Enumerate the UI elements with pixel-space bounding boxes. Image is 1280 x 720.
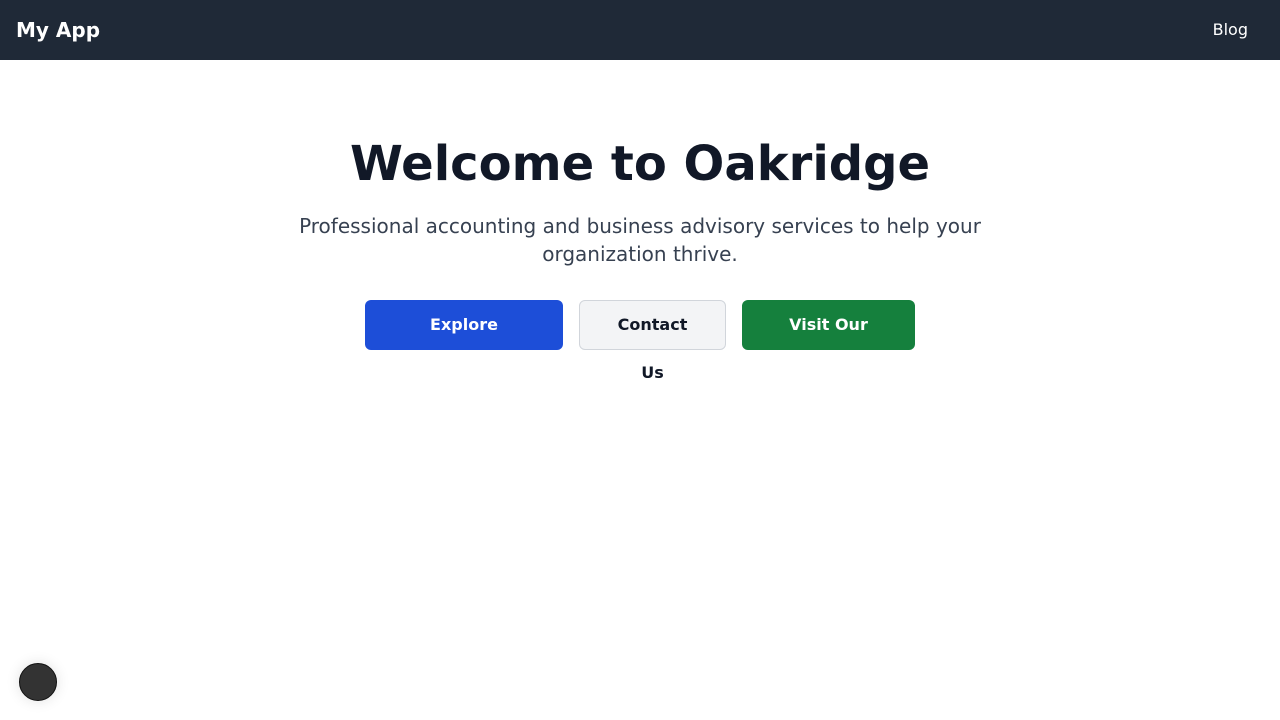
contact-us-button[interactable]: Contact Us bbox=[579, 300, 726, 382]
nav-link-blog[interactable]: Blog bbox=[1213, 19, 1248, 41]
hero-subtitle: Professional accounting and business adv… bbox=[299, 214, 981, 266]
explore-services-button[interactable]: Explore Services bbox=[365, 300, 563, 382]
hero-section: Welcome to Oakridge Professional account… bbox=[0, 60, 1280, 382]
floating-action-button[interactable] bbox=[19, 663, 57, 701]
navbar: My App Blog bbox=[0, 0, 1280, 60]
hero-title: Welcome to Oakridge bbox=[349, 136, 931, 192]
brand-logo-link[interactable]: My App bbox=[16, 17, 100, 43]
hero-actions: Explore Services Contact Us Visit Our Bl… bbox=[0, 300, 1280, 382]
visit-blog-button[interactable]: Visit Our Blog bbox=[742, 300, 915, 382]
